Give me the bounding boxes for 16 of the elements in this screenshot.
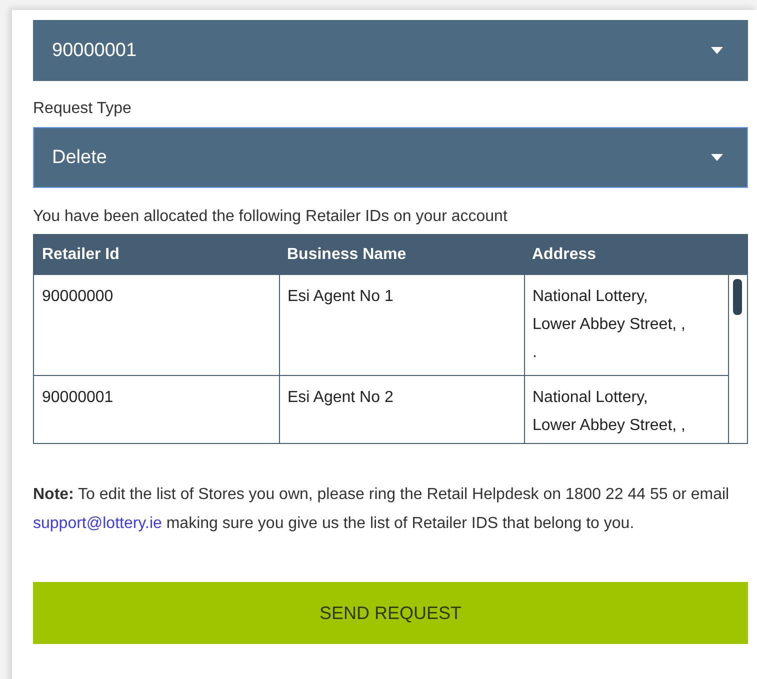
send-request-button[interactable]: SEND REQUEST — [33, 582, 748, 644]
column-header: Retailer Id — [34, 235, 279, 275]
caret-icon — [711, 154, 723, 161]
column-header: Business Name — [279, 235, 524, 275]
caret-icon — [711, 47, 723, 54]
dropdown-field[interactable]: Delete — [33, 127, 748, 188]
table-cell: Esi Agent No 2 — [279, 376, 524, 443]
table-cell: 90000001 — [34, 376, 279, 443]
table-cell: Esi Agent No 1 — [279, 275, 524, 376]
note-paragraph: Note: To edit the list of Stores you own, please ring the Retail Helpdesk on 1800 22 44 55 or email support@lottery.ie making sure you give us the list of Retailer IDS that belong to you. — [33, 485, 730, 534]
column-header: Address — [524, 235, 747, 275]
info-text: You have been allocated the following Retailer IDs on your account — [33, 208, 508, 226]
email-link[interactable]: support@lottery.ie — [33, 515, 162, 532]
field-label: Request Type — [33, 100, 132, 118]
table-cell: 90000000 — [34, 275, 279, 376]
dropdown-field[interactable]: 90000001 — [33, 20, 748, 81]
